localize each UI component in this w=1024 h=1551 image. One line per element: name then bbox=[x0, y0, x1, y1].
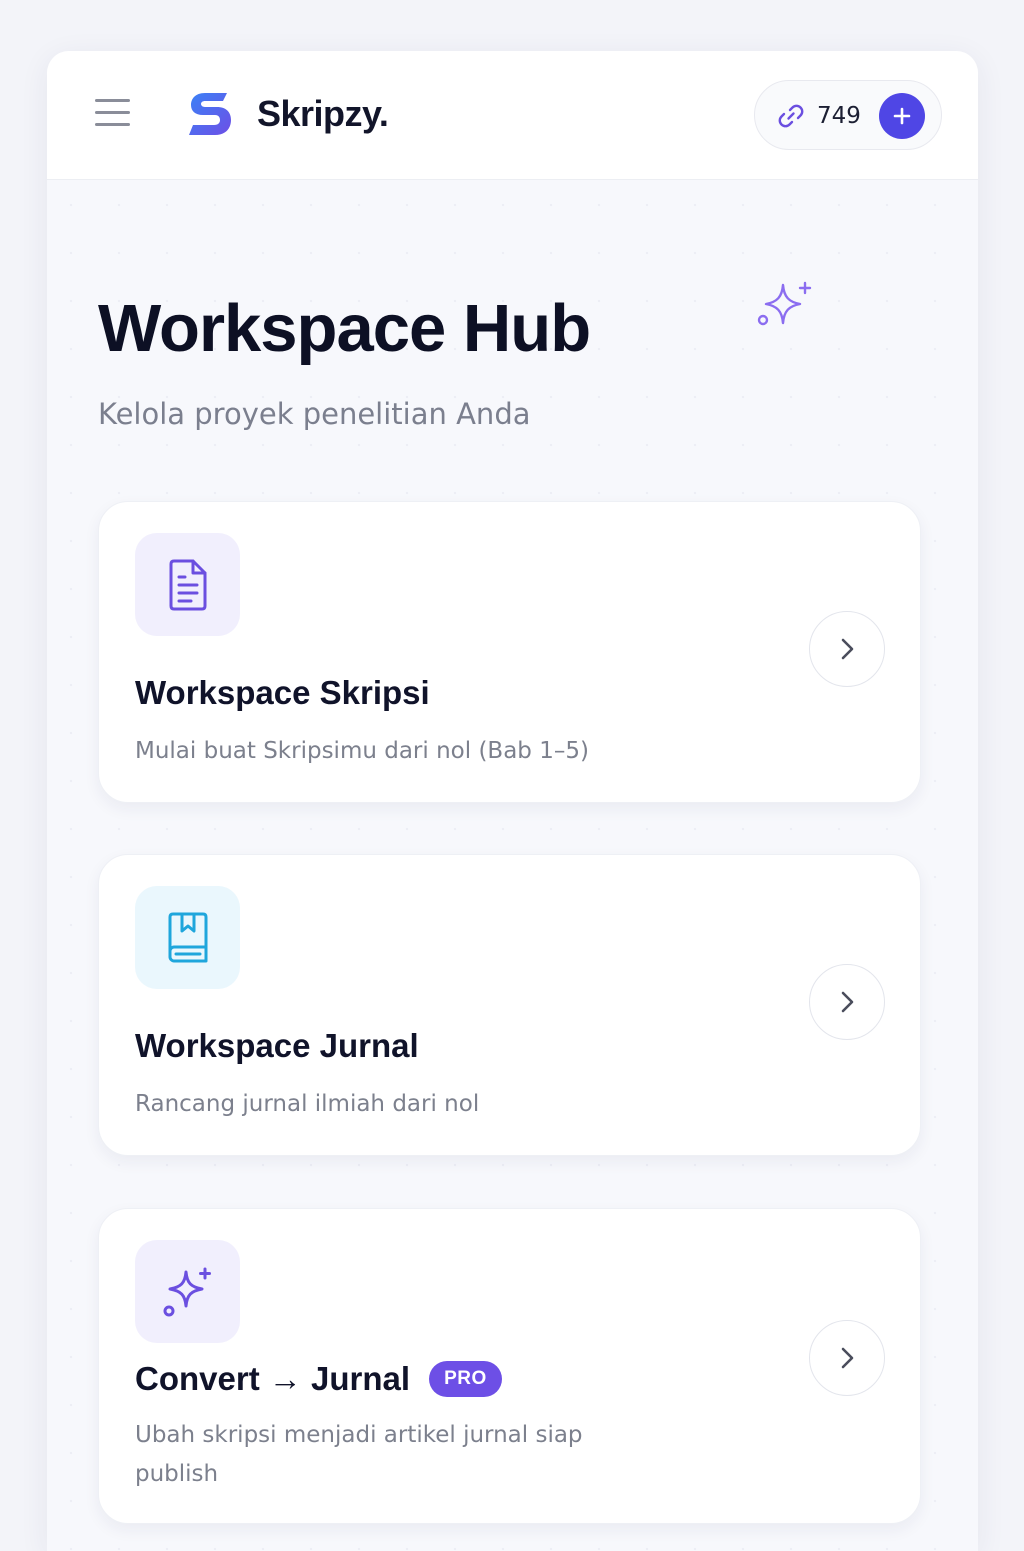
sparkle-icon bbox=[163, 1267, 211, 1316]
link-icon bbox=[778, 104, 804, 128]
card-description: Ubah skripsi menjadi artikel jurnal siap… bbox=[135, 1422, 583, 1487]
card-title: Convert → Jurnal bbox=[135, 1360, 411, 1397]
open-workspace-skripsi-button[interactable] bbox=[809, 611, 885, 687]
card-title: Workspace Skripsi bbox=[135, 674, 430, 711]
chevron-right-icon bbox=[841, 638, 854, 660]
plus-icon bbox=[893, 107, 911, 125]
credit-count: 749 bbox=[817, 103, 861, 129]
add-credit-button[interactable] bbox=[879, 93, 925, 139]
chevron-right-icon bbox=[841, 991, 854, 1013]
card-icon-tile bbox=[135, 1240, 240, 1343]
card-title: Workspace Jurnal bbox=[135, 1027, 419, 1064]
open-workspace-jurnal-button[interactable] bbox=[809, 964, 885, 1040]
card-icon-tile bbox=[135, 886, 240, 989]
page-title: Workspace Hub bbox=[98, 291, 591, 366]
brand-name: Skripzy. bbox=[257, 93, 389, 134]
card-description: Mulai buat Skripsimu dari nol (Bab 1–5) bbox=[135, 738, 589, 764]
credit-balance[interactable]: 749 bbox=[754, 80, 942, 150]
card-icon-tile bbox=[135, 533, 240, 636]
chevron-right-icon bbox=[841, 1347, 854, 1369]
card-description: Rancang jurnal ilmiah dari nol bbox=[135, 1091, 480, 1117]
skripzy-logo-icon bbox=[189, 93, 231, 135]
card-workspace-skripsi[interactable]: Workspace Skripsi Mulai buat Skripsimu d… bbox=[98, 501, 921, 803]
document-icon bbox=[169, 559, 206, 610]
card-workspace-jurnal[interactable]: Workspace Jurnal Rancang jurnal ilmiah d… bbox=[98, 854, 921, 1156]
page-subtitle: Kelola proyek penelitian Anda bbox=[98, 397, 531, 431]
workspace-hub-content: Workspace Hub Kelola proyek penelitian A… bbox=[47, 181, 978, 1551]
pro-badge: PRO bbox=[429, 1361, 502, 1397]
book-icon bbox=[168, 912, 207, 962]
hamburger-menu-icon[interactable] bbox=[95, 97, 131, 129]
open-convert-jurnal-button[interactable] bbox=[809, 1320, 885, 1396]
top-bar: Skripzy. 749 bbox=[47, 51, 978, 180]
app-frame: Skripzy. 749 Workspace Hub Kelola proyek… bbox=[47, 51, 978, 1551]
card-title-row: Convert → Jurnal PRO bbox=[135, 1359, 502, 1399]
sparkle-icon bbox=[757, 281, 812, 326]
card-convert-jurnal[interactable]: Convert → Jurnal PRO Ubah skripsi menjad… bbox=[98, 1208, 921, 1524]
